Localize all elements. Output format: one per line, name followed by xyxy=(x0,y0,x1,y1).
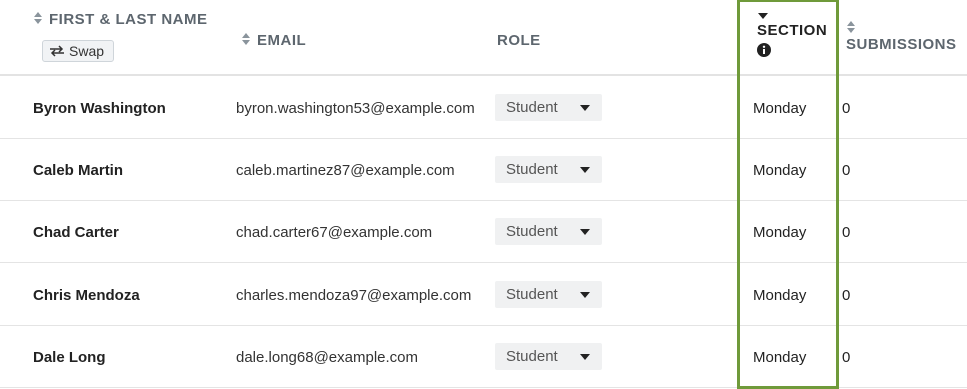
column-header-name-label: FIRST & LAST NAME xyxy=(49,11,208,28)
column-header-section[interactable]: SECTION xyxy=(757,12,827,57)
student-email: charles.mendoza97@example.com xyxy=(236,286,472,304)
table-header: FIRST & LAST NAME Swap EMAIL ROLE SECTIO… xyxy=(0,0,967,76)
student-name: Chad Carter xyxy=(33,223,119,241)
chevron-down-icon xyxy=(580,291,590,298)
roster-table: FIRST & LAST NAME Swap EMAIL ROLE SECTIO… xyxy=(0,0,967,389)
sort-icon xyxy=(847,21,855,33)
sort-descending-icon xyxy=(758,13,768,19)
student-submissions: 0 xyxy=(842,161,851,179)
chevron-down-icon xyxy=(580,228,590,235)
role-value: Student xyxy=(506,99,558,116)
column-header-section-label: SECTION xyxy=(757,22,828,39)
student-section: Monday xyxy=(753,286,807,304)
column-header-email-label: EMAIL xyxy=(257,32,307,49)
student-email: byron.washington53@example.com xyxy=(236,99,475,117)
role-value: Student xyxy=(506,348,558,365)
student-submissions: 0 xyxy=(842,348,851,366)
chevron-down-icon xyxy=(580,166,590,173)
student-submissions: 0 xyxy=(842,223,851,241)
column-header-submissions[interactable]: SUBMISSIONS xyxy=(846,20,957,53)
table-row: Dale Long dale.long68@example.com Studen… xyxy=(0,326,967,388)
role-value: Student xyxy=(506,223,558,240)
column-header-submissions-label: SUBMISSIONS xyxy=(846,36,957,53)
student-submissions: 0 xyxy=(842,286,851,304)
student-email: dale.long68@example.com xyxy=(236,348,418,366)
student-section: Monday xyxy=(753,99,807,117)
role-dropdown[interactable]: Student xyxy=(495,343,602,370)
sort-icon xyxy=(242,33,250,45)
role-dropdown[interactable]: Student xyxy=(495,94,602,121)
chevron-down-icon xyxy=(580,353,590,360)
swap-button[interactable]: Swap xyxy=(42,40,114,62)
table-row: Chad Carter chad.carter67@example.com St… xyxy=(0,201,967,263)
table-row: Caleb Martin caleb.martinez87@example.co… xyxy=(0,139,967,201)
student-email: chad.carter67@example.com xyxy=(236,223,433,241)
role-value: Student xyxy=(506,286,558,303)
swap-label: Swap xyxy=(69,43,105,59)
student-name: Dale Long xyxy=(33,348,106,366)
student-section: Monday xyxy=(753,348,807,366)
student-submissions: 0 xyxy=(842,99,851,117)
role-dropdown[interactable]: Student xyxy=(495,281,602,308)
table-row: Chris Mendoza charles.mendoza97@example.… xyxy=(0,264,967,326)
info-icon[interactable] xyxy=(757,43,771,57)
role-dropdown[interactable]: Student xyxy=(495,156,602,183)
student-email: caleb.martinez87@example.com xyxy=(236,161,455,179)
column-header-email[interactable]: EMAIL xyxy=(241,32,306,49)
chevron-down-icon xyxy=(580,104,590,111)
student-section: Monday xyxy=(753,161,807,179)
student-name: Caleb Martin xyxy=(33,161,124,179)
role-dropdown[interactable]: Student xyxy=(495,218,602,245)
student-name: Byron Washington xyxy=(33,99,166,117)
student-name: Chris Mendoza xyxy=(33,286,140,304)
student-section: Monday xyxy=(753,223,807,241)
sort-icon xyxy=(34,12,42,24)
column-header-role: ROLE xyxy=(497,32,541,49)
column-header-role-label: ROLE xyxy=(497,32,541,49)
role-value: Student xyxy=(506,161,558,178)
column-header-name[interactable]: FIRST & LAST NAME xyxy=(33,11,208,28)
table-row: Byron Washington byron.washington53@exam… xyxy=(0,77,967,139)
swap-icon xyxy=(50,45,64,57)
